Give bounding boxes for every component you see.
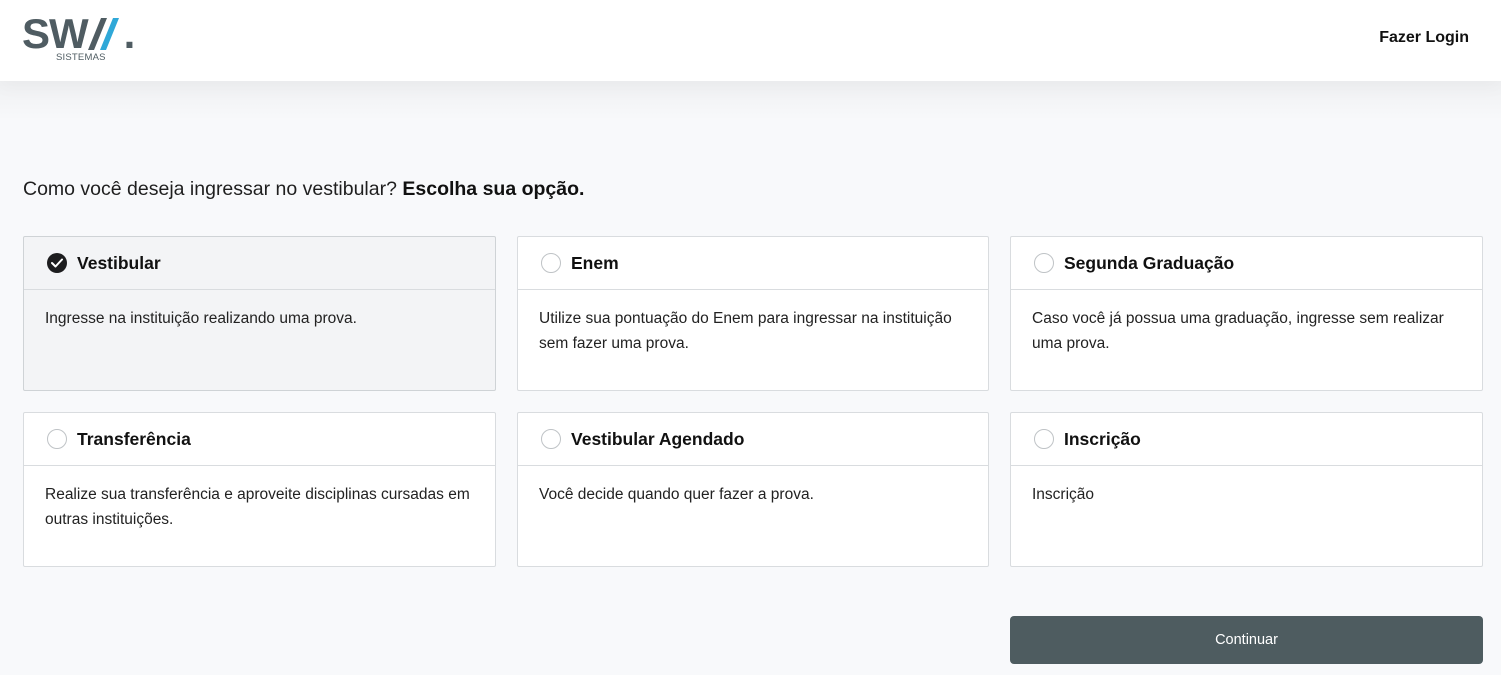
option-title: Vestibular [77,252,161,273]
checkmark-icon [51,258,63,268]
option-card-header: Segunda Graduação [1011,237,1482,290]
radio-unchecked-icon[interactable] [1034,253,1054,273]
option-title: Transferência [77,428,191,449]
option-card-header: Vestibular Agendado [518,413,988,466]
option-card-header: Inscrição [1011,413,1482,466]
option-card-enem[interactable]: Enem Utilize sua pontuação do Enem para … [517,236,989,391]
page-question: Como você deseja ingressar no vestibular… [23,178,584,201]
option-title: Segunda Graduação [1064,252,1235,273]
question-prefix: Como você deseja ingressar no vestibular… [23,178,397,200]
option-card-header: Enem [518,237,988,290]
option-description: Você decide quando quer fazer a prova. [539,486,814,503]
login-link[interactable]: Fazer Login [1379,29,1469,47]
logo-dot: . [123,10,136,57]
logo-wordmark: SW . [22,10,136,57]
option-description: Ingresse na instituição realizando uma p… [45,310,357,327]
option-card-inscricao[interactable]: Inscrição Inscrição [1010,412,1483,567]
option-description: Caso você já possua uma graduação, ingre… [1032,310,1444,352]
option-card-vestibular[interactable]: Vestibular Ingresse na instituição reali… [23,236,496,391]
option-description: Utilize sua pontuação do Enem para ingre… [539,310,952,352]
swa-sistemas-logo[interactable]: SW . SISTEMAS [22,10,136,64]
radio-unchecked-icon[interactable] [47,429,67,449]
option-title: Inscrição [1064,428,1141,449]
radio-checked-icon[interactable] [47,253,67,273]
radio-unchecked-icon[interactable] [541,253,561,273]
logo-subtitle: SISTEMAS [56,52,106,63]
option-card-transferencia[interactable]: Transferência Realize sua transferência … [23,412,496,567]
option-card-vestibular-agendado[interactable]: Vestibular Agendado Você decide quando q… [517,412,989,567]
option-cards-grid: Vestibular Ingresse na instituição reali… [23,236,1483,567]
option-description: Inscrição [1032,486,1095,503]
radio-unchecked-icon[interactable] [541,429,561,449]
logo-accent-mark [87,18,119,50]
option-card-header: Vestibular [24,237,495,290]
radio-unchecked-icon[interactable] [1034,429,1054,449]
option-card-header: Transferência [24,413,495,466]
continue-button[interactable]: Continuar [1010,616,1483,664]
top-header: SW . SISTEMAS Fazer Login [0,0,1501,121]
logo-letters: SW [22,10,89,57]
question-emphasis: Escolha sua opção. [402,178,585,200]
option-card-segunda-graduacao[interactable]: Segunda Graduação Caso você já possua um… [1010,236,1483,391]
option-title: Vestibular Agendado [571,428,745,449]
option-title: Enem [571,252,619,273]
option-description: Realize sua transferência e aproveite di… [45,486,470,528]
